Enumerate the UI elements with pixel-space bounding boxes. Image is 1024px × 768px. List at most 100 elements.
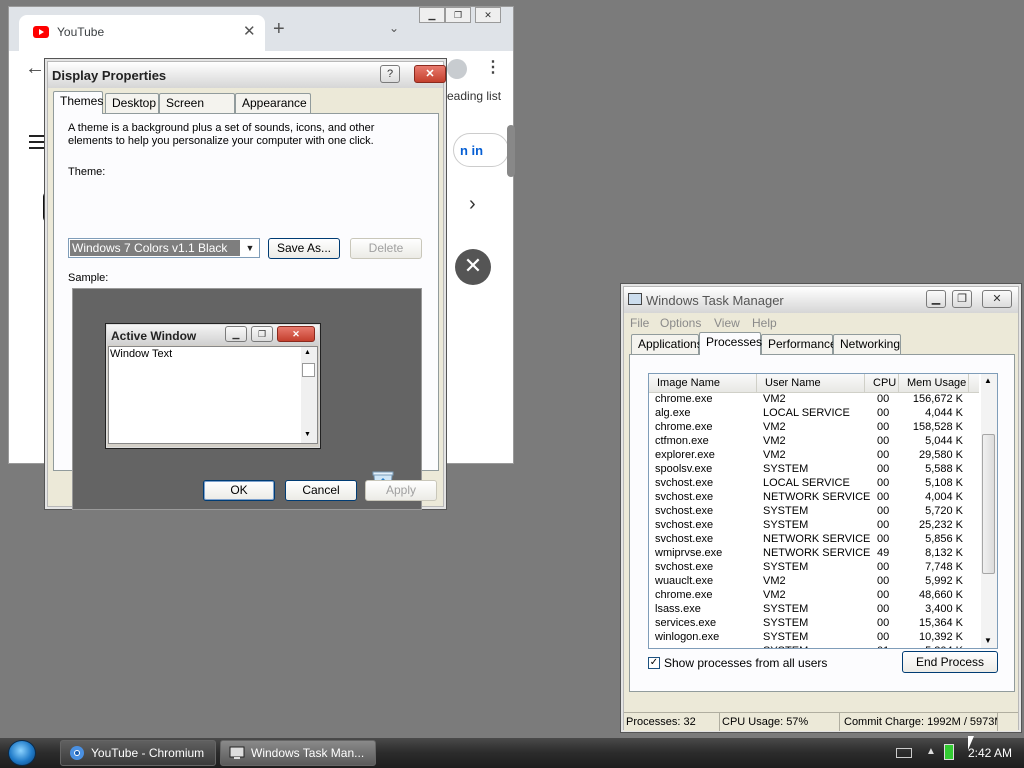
table-row[interactable]: svchost.exe SYSTEM 00 7,748 K xyxy=(649,560,979,574)
apply-button[interactable]: Apply xyxy=(365,480,437,501)
tab-processes[interactable]: Processes xyxy=(699,332,762,355)
table-row[interactable]: chrome.exe VM2 00 48,660 K xyxy=(649,588,979,602)
taskbar-item-chromium[interactable]: YouTube - Chromium xyxy=(60,740,216,766)
processes-panel: Image Name User Name CPU Mem Usage chrom… xyxy=(629,354,1015,692)
reading-list-link[interactable]: eading list xyxy=(447,89,501,103)
overlay-close-icon[interactable]: ✕ xyxy=(455,249,491,285)
table-row[interactable]: csrss.exe SYSTEM 01 5,804 K xyxy=(649,644,979,648)
chevron-right-icon[interactable]: › xyxy=(469,193,476,216)
row-cpu: 00 xyxy=(877,519,890,531)
back-arrow-icon[interactable]: ← xyxy=(25,57,45,80)
table-row[interactable]: ctfmon.exe VM2 00 5,044 K xyxy=(649,434,979,448)
menu-view[interactable]: View xyxy=(714,316,740,330)
tab-performance[interactable]: Performance xyxy=(761,334,837,354)
list-scrollbar[interactable]: ▲ ▼ xyxy=(981,374,997,648)
tab-close-icon[interactable]: ✕ xyxy=(243,22,256,40)
tab-search-icon[interactable]: ⌄ xyxy=(389,21,399,35)
keyboard-icon[interactable] xyxy=(896,748,912,758)
row-cpu: 00 xyxy=(877,617,890,629)
scroll-up-icon[interactable]: ▲ xyxy=(984,376,992,385)
table-row[interactable]: svchost.exe SYSTEM 00 25,232 K xyxy=(649,518,979,532)
close-button[interactable]: ✕ xyxy=(475,7,501,23)
task-manager-icon xyxy=(628,293,642,305)
tab-desktop[interactable]: Desktop xyxy=(105,93,159,113)
table-row[interactable]: svchost.exe NETWORK SERVICE 00 5,856 K xyxy=(649,532,979,546)
close-button[interactable]: ✕ xyxy=(982,290,1012,308)
table-row[interactable]: chrome.exe VM2 00 156,672 K xyxy=(649,392,979,406)
process-rows: chrome.exe VM2 00 156,672 K alg.exe LOCAL SER… xyxy=(649,392,979,648)
process-list[interactable]: Image Name User Name CPU Mem Usage chrom… xyxy=(648,373,998,649)
table-row[interactable]: alg.exe LOCAL SERVICE 00 4,044 K xyxy=(649,406,979,420)
theme-select-value: Windows 7 Colors v1.1 Black xyxy=(70,240,240,256)
theme-select[interactable]: Windows 7 Colors v1.1 Black ▼ xyxy=(68,238,260,258)
title-bar[interactable]: Display Properties ? ✕ xyxy=(48,62,446,88)
title-bar[interactable]: Windows Task Manager ▁ ❐ ✕ xyxy=(624,287,1018,313)
table-row[interactable]: svchost.exe SYSTEM 00 5,720 K xyxy=(649,504,979,518)
status-bar: Processes: 32 CPU Usage: 57% Commit Char… xyxy=(624,712,1018,731)
maximize-button[interactable]: ❐ xyxy=(445,7,471,23)
sign-in-button[interactable]: n in xyxy=(453,133,509,167)
table-row[interactable]: lsass.exe SYSTEM 00 3,400 K xyxy=(649,602,979,616)
scroll-down-icon[interactable]: ▼ xyxy=(984,636,992,645)
scrollbar[interactable] xyxy=(507,125,515,177)
table-row[interactable]: wmiprvse.exe NETWORK SERVICE 49 8,132 K xyxy=(649,546,979,560)
help-button[interactable]: ? xyxy=(380,65,400,83)
delete-button[interactable]: Delete xyxy=(350,238,422,259)
minimize-button[interactable]: ▁ xyxy=(419,7,445,23)
tab-applications[interactable]: Applications xyxy=(631,334,703,354)
scroll-thumb[interactable] xyxy=(982,434,995,574)
row-mem-usage: 5,588 K xyxy=(925,463,963,475)
maximize-button[interactable]: ❐ xyxy=(952,290,972,308)
menu-help[interactable]: Help xyxy=(752,316,777,330)
table-row[interactable]: chrome.exe VM2 00 158,528 K xyxy=(649,420,979,434)
ok-button[interactable]: OK xyxy=(203,480,275,501)
task-manager-icon xyxy=(229,746,245,759)
table-row[interactable]: svchost.exe NETWORK SERVICE 00 4,004 K xyxy=(649,490,979,504)
taskbar-item-task-manager[interactable]: Windows Task Man... xyxy=(220,740,376,766)
row-mem-usage: 15,364 K xyxy=(918,617,963,629)
clock[interactable]: 2:42 AM xyxy=(968,746,1012,760)
start-button[interactable] xyxy=(8,740,36,766)
column-user-name[interactable]: User Name xyxy=(757,374,865,392)
show-hidden-icons-icon[interactable]: ▲ xyxy=(926,746,936,757)
close-button[interactable]: ✕ xyxy=(414,65,446,83)
tab-themes[interactable]: Themes xyxy=(53,91,103,114)
row-image-name: winlogon.exe xyxy=(655,631,720,643)
tab-screen-saver[interactable]: Screen Saver xyxy=(159,93,235,129)
row-cpu: 00 xyxy=(877,505,890,517)
column-image-name[interactable]: Image Name xyxy=(649,374,757,392)
row-image-name: ctfmon.exe xyxy=(655,435,709,447)
table-row[interactable]: explorer.exe VM2 00 29,580 K xyxy=(649,448,979,462)
column-cpu[interactable]: CPU xyxy=(865,374,899,392)
battery-icon[interactable] xyxy=(944,744,954,760)
table-row[interactable]: wuauclt.exe VM2 00 5,992 K xyxy=(649,574,979,588)
table-row[interactable]: svchost.exe LOCAL SERVICE 00 5,108 K xyxy=(649,476,979,490)
profile-icon[interactable] xyxy=(447,59,467,79)
menu-options[interactable]: Options xyxy=(660,316,701,330)
row-cpu: 00 xyxy=(877,477,890,489)
row-mem-usage: 7,748 K xyxy=(925,561,963,573)
new-tab-button[interactable]: + xyxy=(273,19,285,39)
chevron-down-icon[interactable]: ▼ xyxy=(242,240,258,256)
hamburger-icon[interactable] xyxy=(29,135,45,153)
show-all-users-checkbox[interactable]: ✓ xyxy=(648,657,660,669)
table-row[interactable]: spoolsv.exe SYSTEM 00 5,588 K xyxy=(649,462,979,476)
menu-file[interactable]: File xyxy=(630,316,649,330)
tab-youtube[interactable]: YouTube ✕ xyxy=(19,15,265,51)
column-mem-usage[interactable]: Mem Usage xyxy=(899,374,969,392)
table-row[interactable]: services.exe SYSTEM 00 15,364 K xyxy=(649,616,979,630)
minimize-button[interactable]: ▁ xyxy=(926,290,946,308)
tab-networking[interactable]: Networking xyxy=(833,334,901,354)
row-user-name: NETWORK SERVICE xyxy=(763,533,871,545)
row-image-name: csrss.exe xyxy=(655,644,701,648)
row-image-name: svchost.exe xyxy=(655,561,714,573)
cancel-button[interactable]: Cancel xyxy=(285,480,357,501)
tab-appearance[interactable]: Appearance xyxy=(235,93,311,113)
save-as-button[interactable]: Save As... xyxy=(268,238,340,259)
menu-dots-icon[interactable]: ⋮ xyxy=(485,57,501,77)
row-image-name: svchost.exe xyxy=(655,533,714,545)
end-process-button[interactable]: End Process xyxy=(902,651,998,673)
row-user-name: NETWORK SERVICE xyxy=(763,547,871,559)
table-row[interactable]: winlogon.exe SYSTEM 00 10,392 K xyxy=(649,630,979,644)
row-user-name: VM2 xyxy=(763,435,786,447)
